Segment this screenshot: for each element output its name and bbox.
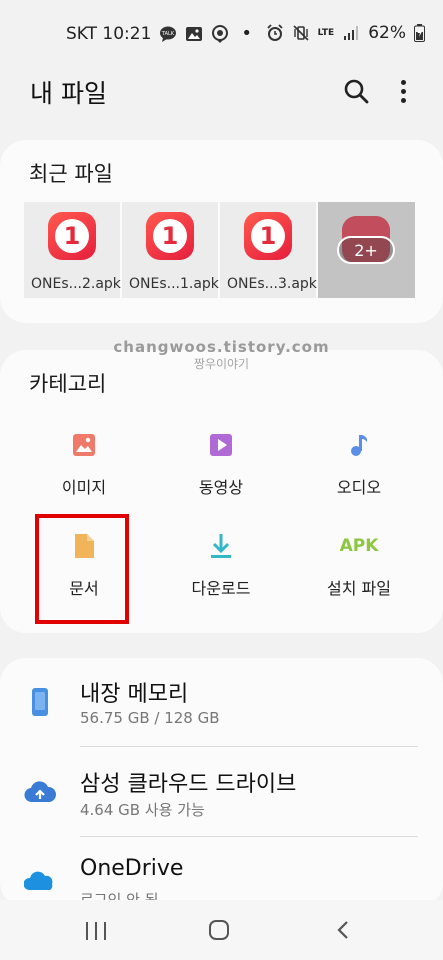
category-audio[interactable]: 오디오 bbox=[299, 431, 419, 498]
divider bbox=[80, 836, 418, 837]
app-icon-glyph: 1 bbox=[153, 219, 187, 253]
notification-dot: • bbox=[241, 23, 253, 44]
recent-file-item[interactable]: 1 ONEs...1.apk bbox=[122, 202, 219, 298]
recent-file-name: ONEs...3.apk bbox=[227, 276, 317, 292]
audio-icon bbox=[351, 435, 368, 456]
back-icon[interactable] bbox=[336, 920, 350, 940]
category-label: 오디오 bbox=[336, 478, 382, 497]
category-images[interactable]: 이미지 bbox=[24, 431, 144, 498]
recent-file-item[interactable]: 1 ONEs...2.apk bbox=[24, 202, 121, 298]
lte-label: LTE bbox=[317, 27, 335, 38]
more-dot bbox=[400, 79, 406, 85]
storage-samsung-cloud[interactable]: 삼성 클라우드 드라이브 4.64 GB 사용 가능 bbox=[0, 758, 443, 838]
page-title: 내 파일 bbox=[30, 79, 107, 108]
talk-notification-icon: TALK bbox=[160, 26, 177, 42]
category-label: 이미지 bbox=[61, 478, 107, 497]
nav-bar-line bbox=[104, 922, 106, 940]
battery-icon bbox=[414, 24, 425, 42]
recent-files-list: 1 ONEs...2.apk 1 ONEs...1.apk 1 ONEs...3… bbox=[24, 202, 415, 298]
storage-name: 내장 메모리 bbox=[80, 682, 189, 707]
watermark-url: changwoos.tistory.com bbox=[113, 338, 330, 356]
image-icon bbox=[73, 434, 95, 456]
recent-files-title: 최근 파일 bbox=[29, 162, 113, 186]
app-icon-glyph: 1 bbox=[251, 219, 285, 253]
search-icon[interactable] bbox=[343, 78, 369, 104]
recent-file-name: ONEs...1.apk bbox=[129, 276, 219, 292]
battery-percent: 62% bbox=[368, 23, 406, 43]
category-downloads[interactable]: 다운로드 bbox=[161, 532, 281, 599]
storage-name: OneDrive bbox=[80, 856, 184, 881]
storage-available: 4.64 GB 사용 가능 bbox=[80, 801, 205, 819]
divider bbox=[80, 746, 418, 747]
category-label: 동영상 bbox=[198, 478, 244, 497]
onedrive-icon bbox=[24, 871, 53, 890]
apk-icon: APK bbox=[339, 536, 379, 556]
nav-bar-line bbox=[95, 922, 97, 940]
cloud-upload-icon bbox=[24, 781, 56, 803]
more-count-badge: 2+ bbox=[337, 236, 395, 264]
storage-internal[interactable]: 내장 메모리 56.75 GB / 128 GB bbox=[0, 668, 443, 748]
video-icon bbox=[210, 434, 232, 456]
home-icon[interactable] bbox=[209, 920, 229, 940]
onestore-app-icon: 1 bbox=[244, 212, 292, 260]
storage-usage: 56.75 GB / 128 GB bbox=[80, 709, 220, 727]
phone-icon bbox=[32, 688, 48, 716]
categories-title: 카테고리 bbox=[29, 372, 107, 396]
gallery-notification-icon bbox=[186, 26, 203, 41]
onestore-app-icon: 1 bbox=[146, 212, 194, 260]
onestore-app-icon: 1 bbox=[48, 212, 96, 260]
category-videos[interactable]: 동영상 bbox=[161, 431, 281, 498]
recent-file-item[interactable]: 1 ONEs...3.apk bbox=[220, 202, 317, 298]
svg-text:TALK: TALK bbox=[161, 31, 175, 37]
recent-apps-icon[interactable] bbox=[86, 922, 106, 940]
recent-file-name: ONEs...2.apk bbox=[31, 276, 121, 292]
more-recent-files-button[interactable]: 2+ bbox=[318, 202, 415, 298]
status-left: SKT 10:21 TALK • bbox=[66, 23, 252, 44]
status-right: LTE 62% bbox=[266, 23, 425, 43]
more-vertical-icon[interactable] bbox=[393, 76, 413, 106]
status-bar: SKT 10:21 TALK • LTE 62% bbox=[0, 0, 443, 68]
location-notification-icon bbox=[212, 24, 229, 43]
documents-highlight-box bbox=[35, 514, 129, 624]
download-icon bbox=[211, 534, 231, 558]
carrier-time: SKT 10:21 bbox=[66, 23, 152, 44]
vibrate-mute-icon bbox=[293, 25, 309, 41]
category-label: 다운로드 bbox=[191, 579, 251, 598]
storage-onedrive[interactable]: OneDrive 로그인 안 됨 bbox=[0, 848, 443, 909]
more-dot bbox=[400, 97, 406, 103]
nav-bar-line bbox=[86, 922, 88, 940]
app-icon-glyph: 1 bbox=[55, 219, 89, 253]
storage-name: 삼성 클라우드 드라이브 bbox=[80, 772, 297, 797]
category-install-files[interactable]: APK 설치 파일 bbox=[299, 532, 419, 599]
more-dot bbox=[400, 88, 406, 94]
category-label: 설치 파일 bbox=[327, 579, 391, 598]
signal-icon bbox=[344, 26, 359, 40]
alarm-icon bbox=[267, 24, 283, 41]
